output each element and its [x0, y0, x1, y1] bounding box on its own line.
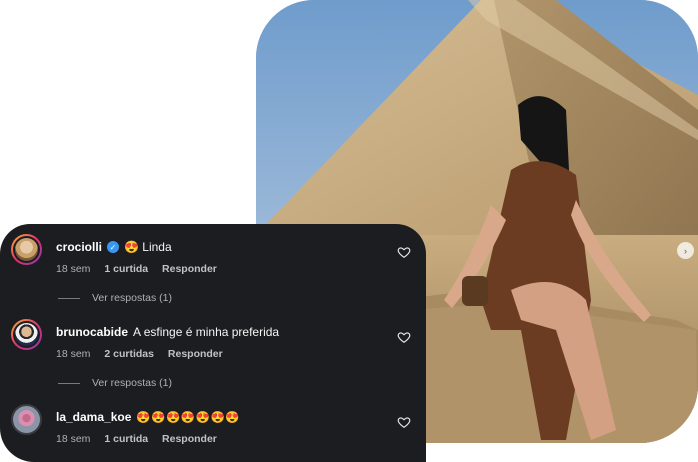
comment-likes[interactable]: 1 curtida: [104, 433, 148, 445]
verified-badge-icon: ✓: [107, 241, 120, 253]
comment-likes[interactable]: 2 curtidas: [104, 348, 154, 360]
comment-text: 😍 Linda: [124, 240, 172, 254]
heart-icon[interactable]: [397, 245, 411, 259]
reply-button[interactable]: Responder: [162, 433, 217, 445]
comment-time: 18 sem: [56, 263, 91, 275]
comment-meta: 18 sem 1 curtida Responder: [56, 263, 228, 275]
avatar[interactable]: [11, 319, 42, 350]
comment-item: crociolli ✓ 😍 Linda 18 sem 1 curtida Res…: [0, 224, 426, 284]
reply-button[interactable]: Responder: [162, 263, 217, 275]
comment-likes[interactable]: 1 curtida: [104, 263, 148, 275]
comment-meta: 18 sem 1 curtida Responder: [56, 433, 228, 445]
view-replies-button[interactable]: Ver respostas (1): [58, 292, 172, 304]
reply-button[interactable]: Responder: [168, 348, 223, 360]
carousel-next-button[interactable]: ›: [677, 242, 694, 259]
comment-meta: 18 sem 2 curtidas Responder: [56, 348, 234, 360]
view-replies-label: Ver respostas (1): [92, 292, 172, 304]
heart-icon[interactable]: [397, 415, 411, 429]
comment-header: la_dama_koe 😍😍😍😍😍😍😍: [56, 410, 240, 424]
heart-icon[interactable]: [397, 330, 411, 344]
avatar[interactable]: [11, 234, 42, 265]
comment-item: la_dama_koe 😍😍😍😍😍😍😍 18 sem 1 curtida Res…: [0, 394, 426, 454]
comment-item: brunocabide A esfinge é minha preferida …: [0, 309, 426, 369]
view-replies-label: Ver respostas (1): [92, 377, 172, 389]
divider: [58, 382, 80, 384]
comment-time: 18 sem: [56, 433, 91, 445]
view-replies-button[interactable]: Ver respostas (1): [58, 377, 172, 389]
comment-text: A esfinge é minha preferida: [133, 325, 280, 339]
comment-username[interactable]: crociolli: [56, 240, 102, 254]
comment-time: 18 sem: [56, 348, 91, 360]
comment-username[interactable]: brunocabide: [56, 325, 128, 339]
comment-username[interactable]: la_dama_koe: [56, 410, 131, 424]
comment-header: crociolli ✓ 😍 Linda: [56, 240, 172, 254]
comment-text: 😍😍😍😍😍😍😍: [136, 412, 241, 424]
divider: [58, 297, 80, 299]
comment-header: brunocabide A esfinge é minha preferida: [56, 325, 279, 339]
avatar[interactable]: [11, 404, 42, 435]
comments-panel: crociolli ✓ 😍 Linda 18 sem 1 curtida Res…: [0, 224, 426, 462]
